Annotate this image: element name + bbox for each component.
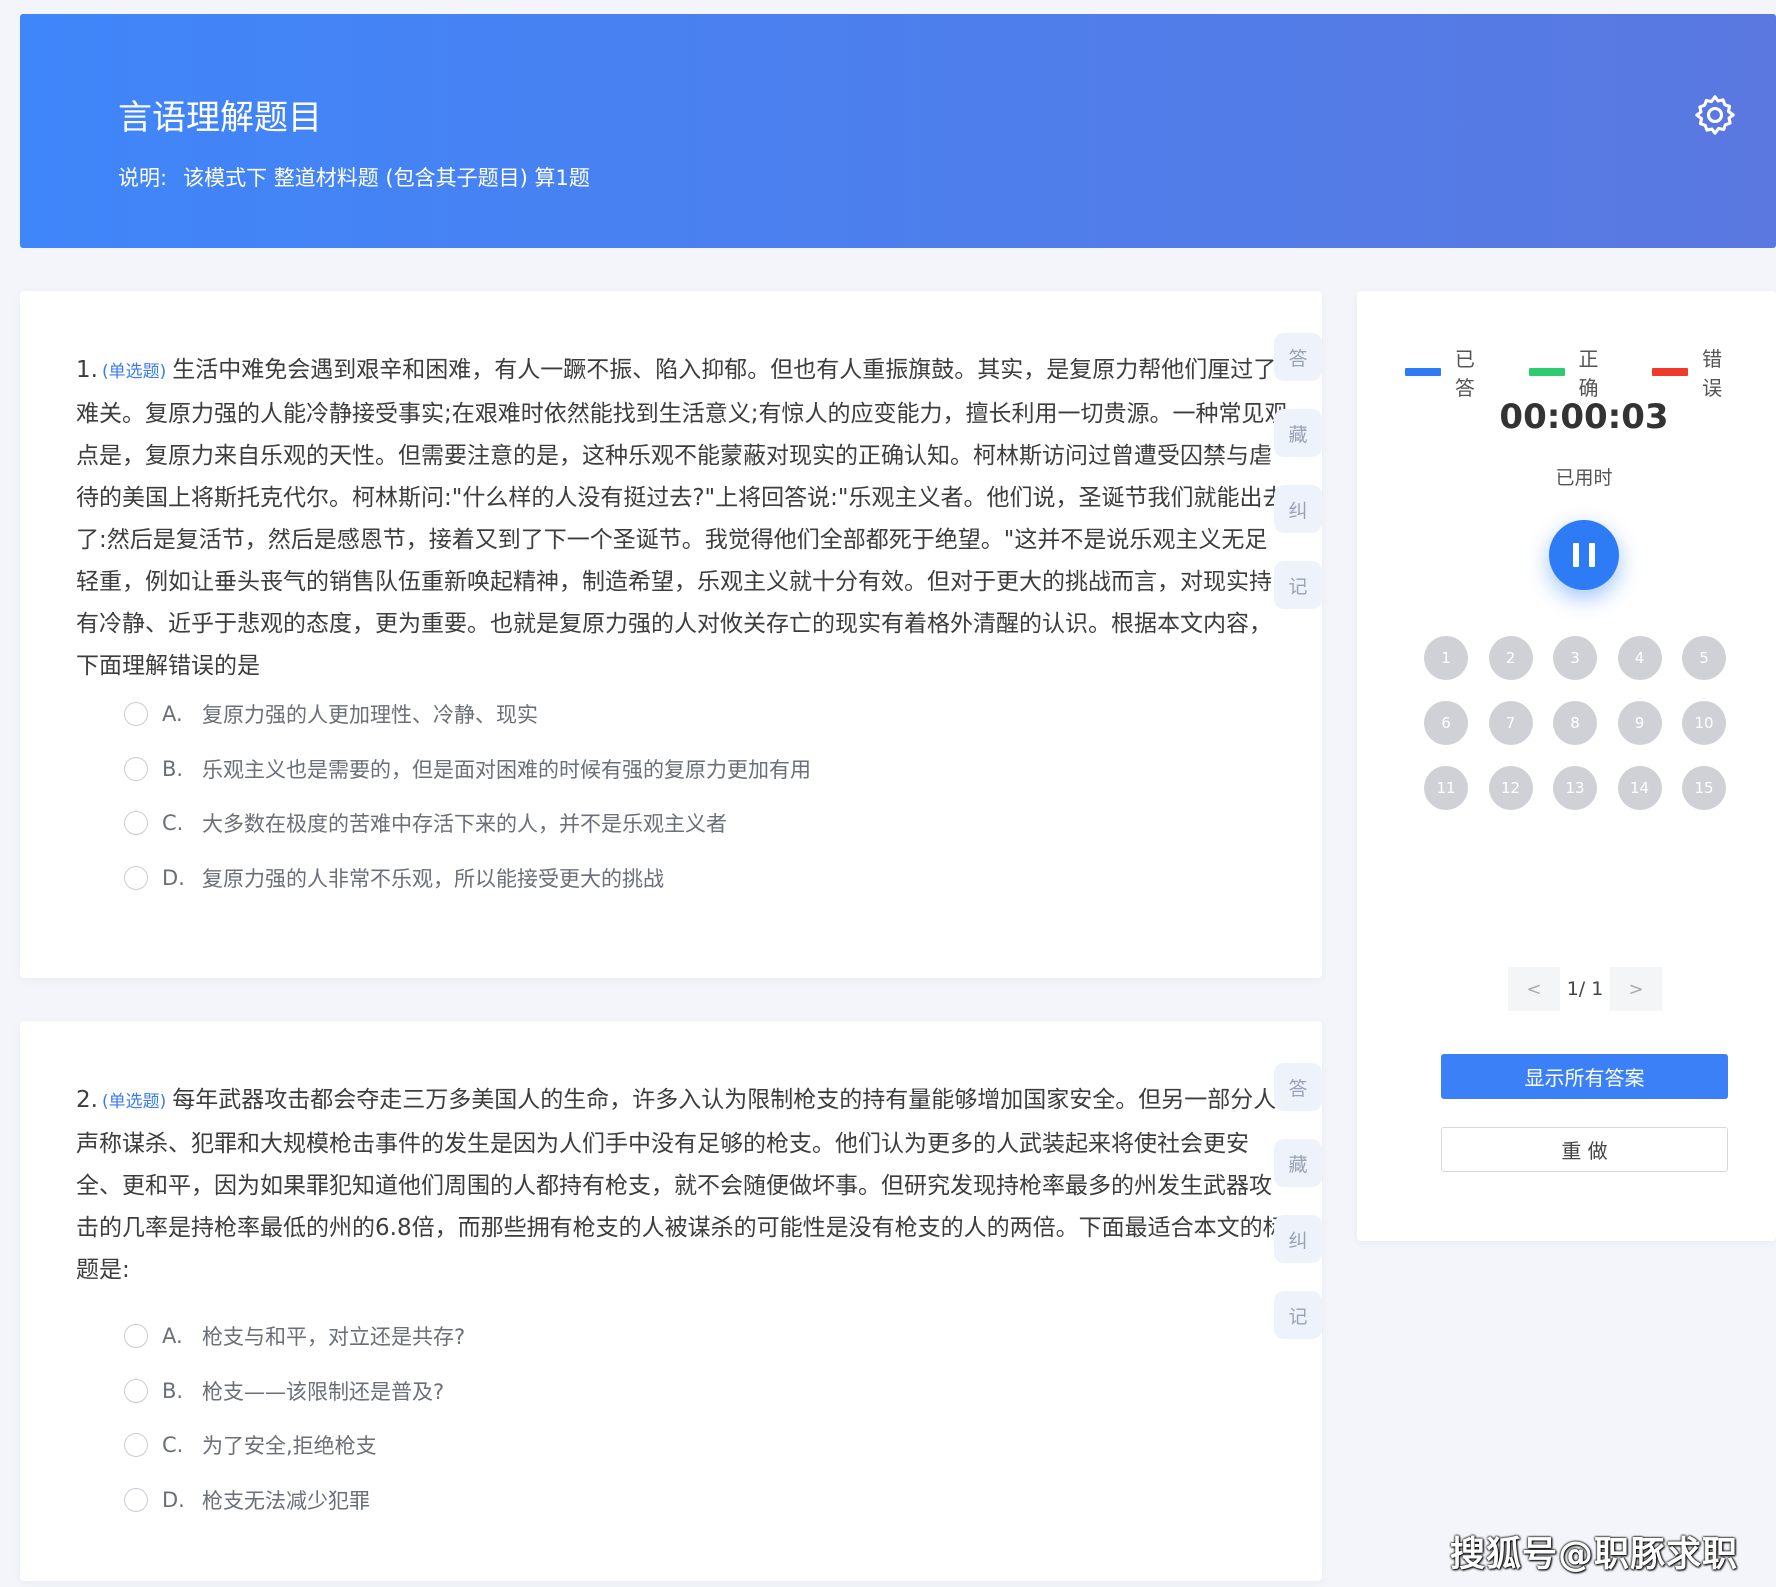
option-text: 为了安全,拒绝枪支 (202, 1434, 377, 1459)
legend-label: 正确 (1578, 347, 1599, 400)
watermark: 搜狐号@职豚求职 (1450, 1535, 1739, 1575)
question-nav-14[interactable]: 14 (1617, 766, 1662, 810)
radio-button[interactable] (124, 1378, 148, 1403)
option-d[interactable]: D. 复原力强的人非常不乐观，所以能接受更大的挑战 (124, 851, 811, 906)
elapsed-timer: 00:00:03 (1499, 397, 1669, 437)
note-button[interactable]: 记 (1274, 561, 1322, 609)
show-all-answers-button[interactable]: 显示所有答案 (1441, 1054, 1728, 1099)
answer-button[interactable]: 答 (1274, 1063, 1322, 1111)
option-letter: A. (162, 1324, 183, 1349)
favorite-button[interactable]: 藏 (1274, 409, 1322, 457)
question-2-tools: 答 藏 纠 记 (1274, 1063, 1322, 1367)
question-nav-4[interactable]: 4 (1617, 636, 1662, 680)
question-nav-7[interactable]: 7 (1488, 701, 1533, 745)
legend-label: 错误 (1702, 347, 1723, 400)
question-card-2: 2. (单选题) 每年武器攻击都会夺走三万多美国人的生命，许多入认为限制枪支的持有量… (20, 1021, 1322, 1581)
gear-icon[interactable] (1692, 92, 1738, 138)
option-text: 枪支无法减少犯罪 (202, 1488, 370, 1513)
favorite-button[interactable]: 藏 (1274, 1139, 1322, 1187)
radio-button[interactable] (124, 1433, 148, 1458)
legend-wrong: 错误 (1652, 343, 1738, 401)
legend-label: 已答 (1454, 347, 1475, 400)
question-nav-8[interactable]: 8 (1553, 701, 1597, 745)
next-page-button[interactable]: > (1610, 967, 1662, 1011)
question-nav-3[interactable]: 3 (1553, 636, 1597, 680)
pause-icon (1568, 543, 1600, 567)
question-text: 生活中难免会遇到艰辛和困难，有人一蹶不振、陷入抑郁。但也有人重振旗鼓。其实，是复… (76, 357, 1288, 679)
header-banner: 言语理解题目 说明: 该模式下 整道材料题 (包含其子题目) 算1题 (20, 14, 1776, 248)
redo-button[interactable]: 重 做 (1441, 1127, 1728, 1172)
answer-sheet-panel: 已答 正确 错误 00:00:03 已用时 1 2 3 4 5 6 7 8 9 … (1357, 291, 1776, 1241)
question-number: 1. (76, 357, 98, 383)
option-b[interactable]: B. 乐观主义也是需要的，但是面对困难的时候有强的复原力更加有用 (124, 742, 811, 797)
option-text: 枪支——该限制还是普及? (202, 1379, 445, 1404)
elapsed-label: 已用时 (1555, 467, 1613, 489)
description-text: 该模式下 整道材料题 (包含其子题目) 算1题 (183, 166, 590, 190)
page-indicator: 1/ 1 (1566, 978, 1604, 1000)
question-type: (单选题) (101, 362, 167, 382)
radio-button[interactable] (124, 756, 148, 781)
pagination: < 1/ 1 > (1508, 967, 1662, 1011)
legend-correct: 正确 (1528, 343, 1615, 401)
radio-button[interactable] (124, 702, 148, 727)
question-number: 2. (76, 1087, 98, 1113)
option-b[interactable]: B. 枪支——该限制还是普及? (124, 1364, 465, 1419)
report-error-button[interactable]: 纠 (1274, 1215, 1322, 1263)
question-nav-13[interactable]: 13 (1553, 766, 1597, 810)
question-card-1: 1. (单选题) 生活中难免会遇到艰辛和困难，有人一蹶不振、陷入抑郁。但也有人重振旗… (20, 291, 1322, 978)
question-2-options: A. 枪支与和平，对立还是共存? B. 枪支——该限制还是普及? C. 为了安全,拒绝… (124, 1309, 465, 1527)
option-d[interactable]: D. 枪支无法减少犯罪 (124, 1473, 465, 1528)
radio-button[interactable] (124, 1487, 148, 1512)
radio-button[interactable] (124, 1324, 148, 1349)
option-text: 大多数在极度的苦难中存活下来的人，并不是乐观主义者 (202, 812, 727, 837)
legend-swatch (1405, 368, 1441, 376)
radio-button[interactable] (124, 811, 148, 836)
option-letter: A. (162, 702, 183, 727)
question-nav-2[interactable]: 2 (1488, 636, 1533, 680)
page-title: 言语理解题目 (118, 98, 322, 138)
option-letter: D. (162, 1487, 185, 1512)
question-nav-9[interactable]: 9 (1617, 701, 1662, 745)
report-error-button[interactable]: 纠 (1274, 485, 1322, 533)
option-text: 乐观主义也是需要的，但是面对困难的时候有强的复原力更加有用 (202, 757, 811, 782)
question-nav-11[interactable]: 11 (1424, 766, 1468, 810)
question-2-stem: 2. (单选题) 每年武器攻击都会夺走三万多美国人的生命，许多入认为限制枪支的持有量… (76, 1079, 1290, 1291)
question-nav-10[interactable]: 10 (1682, 701, 1726, 745)
question-text: 每年武器攻击都会夺走三万多美国人的生命，许多入认为限制枪支的持有量能够增加国家安… (76, 1087, 1286, 1283)
question-1-tools: 答 藏 纠 记 (1274, 333, 1322, 637)
question-nav-6[interactable]: 6 (1424, 701, 1468, 745)
option-letter: C. (162, 811, 184, 836)
question-type: (单选题) (101, 1092, 167, 1112)
option-text: 复原力强的人非常不乐观，所以能接受更大的挑战 (202, 866, 664, 891)
question-nav-12[interactable]: 12 (1488, 766, 1533, 810)
option-a[interactable]: A. 复原力强的人更加理性、冷静、现实 (124, 687, 811, 742)
question-1-options: A. 复原力强的人更加理性、冷静、现实 B. 乐观主义也是需要的，但是面对困难的时候… (124, 687, 811, 905)
question-1-stem: 1. (单选题) 生活中难免会遇到艰辛和困难，有人一蹶不振、陷入抑郁。但也有人重振旗… (76, 349, 1290, 687)
option-letter: B. (162, 1378, 184, 1403)
description-label: 说明: (118, 166, 168, 190)
option-letter: C. (162, 1433, 184, 1458)
legend-swatch (1652, 368, 1689, 376)
option-text: 枪支与和平，对立还是共存? (202, 1325, 466, 1350)
option-c[interactable]: C. 为了安全,拒绝枪支 (124, 1418, 465, 1473)
option-letter: B. (162, 756, 184, 781)
option-letter: D. (162, 865, 185, 890)
prev-page-button[interactable]: < (1508, 967, 1560, 1011)
legend-swatch (1528, 368, 1565, 376)
question-nav-15[interactable]: 15 (1682, 766, 1726, 810)
question-number-grid: 1 2 3 4 5 6 7 8 9 10 11 12 13 14 15 (1424, 636, 1726, 810)
question-nav-5[interactable]: 5 (1682, 636, 1726, 680)
option-text: 复原力强的人更加理性、冷静、现实 (202, 703, 538, 728)
question-nav-1[interactable]: 1 (1424, 636, 1468, 680)
option-a[interactable]: A. 枪支与和平，对立还是共存? (124, 1309, 465, 1364)
radio-button[interactable] (124, 865, 148, 890)
legend-answered: 已答 (1405, 343, 1491, 401)
pause-button[interactable] (1549, 520, 1619, 590)
mode-description: 说明: 该模式下 整道材料题 (包含其子题目) 算1题 (118, 162, 590, 192)
status-legend: 已答 正确 错误 (1405, 343, 1776, 401)
note-button[interactable]: 记 (1274, 1291, 1322, 1339)
option-c[interactable]: C. 大多数在极度的苦难中存活下来的人，并不是乐观主义者 (124, 796, 811, 851)
answer-button[interactable]: 答 (1274, 333, 1322, 381)
